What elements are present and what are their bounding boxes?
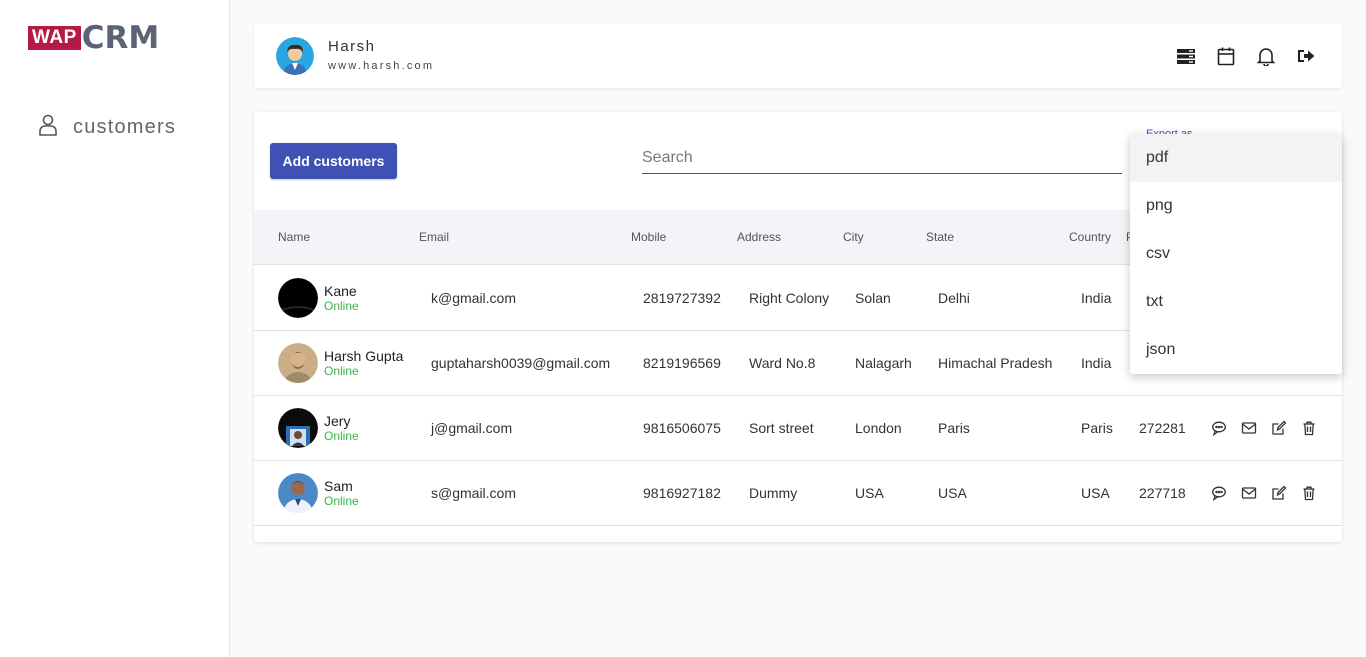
sidebar-item-label: customers [73, 116, 177, 138]
customer-country: India [1081, 355, 1112, 371]
column-header-mobile[interactable]: Mobile [631, 230, 666, 244]
status-badge: Online [324, 299, 359, 313]
status-badge: Online [324, 494, 359, 508]
search-input[interactable] [642, 144, 1122, 172]
column-header-state[interactable]: State [926, 230, 954, 244]
export-option-pdf[interactable]: pdf [1130, 134, 1342, 182]
customer-country: USA [1081, 485, 1110, 501]
customer-name: Jery [324, 413, 351, 429]
chat-icon[interactable] [1211, 485, 1227, 502]
customer-mobile: 9816927182 [643, 485, 721, 501]
avatar [278, 343, 318, 383]
edit-icon[interactable] [1271, 485, 1287, 501]
add-customers-button[interactable]: Add customers [270, 143, 397, 179]
chat-icon[interactable] [1211, 420, 1227, 437]
customer-city: Solan [855, 290, 891, 306]
profile-name: Harsh [328, 38, 376, 55]
user-icon [38, 114, 58, 141]
customer-address: Ward No.8 [749, 355, 816, 371]
logo-wap-text: WAP [28, 26, 81, 50]
profile-website: www.harsh.com [328, 60, 435, 72]
table-row[interactable]: Jery Online j@gmail.com 9816506075 Sort … [254, 396, 1342, 461]
customer-mobile: 2819727392 [643, 290, 721, 306]
export-option-png[interactable]: png [1130, 182, 1342, 230]
brand-logo[interactable]: WAP CRM [28, 20, 160, 56]
export-option-csv[interactable]: csv [1130, 230, 1342, 278]
column-header-email[interactable]: Email [419, 230, 449, 244]
customer-state: Himachal Pradesh [938, 355, 1053, 371]
search-field [642, 144, 1122, 174]
customer-country: Paris [1081, 420, 1113, 436]
sidebar: WAP CRM customers [0, 0, 230, 657]
customer-email: s@gmail.com [431, 485, 517, 501]
header-actions [1176, 46, 1316, 67]
bell-icon[interactable] [1256, 46, 1276, 67]
export-option-txt[interactable]: txt [1130, 278, 1342, 326]
status-badge: Online [324, 364, 359, 378]
customer-name: Harsh Gupta [324, 348, 404, 364]
edit-icon[interactable] [1271, 420, 1287, 436]
row-actions [1211, 420, 1317, 437]
column-header-name[interactable]: Name [278, 230, 310, 244]
customer-address: Right Colony [749, 290, 830, 306]
customer-address: Dummy [749, 485, 798, 501]
delete-icon[interactable] [1301, 420, 1317, 436]
export-option-json[interactable]: json [1130, 326, 1342, 374]
customer-email: j@gmail.com [431, 420, 513, 436]
avatar [278, 278, 318, 318]
customer-email: guptaharsh0039@gmail.com [431, 355, 611, 371]
sidebar-item-customers[interactable]: customers [38, 114, 176, 141]
customer-city: USA [855, 485, 884, 501]
customer-country: India [1081, 290, 1112, 306]
mail-icon[interactable] [1241, 420, 1257, 436]
customer-mobile: 8219196569 [643, 355, 721, 371]
avatar [278, 473, 318, 513]
row-actions [1211, 485, 1317, 502]
avatar [278, 408, 318, 448]
column-header-address[interactable]: Address [737, 230, 781, 244]
table-row[interactable]: Sam Online s@gmail.com 9816927182 Dummy … [254, 461, 1342, 526]
customer-name: Sam [324, 478, 353, 494]
mail-icon[interactable] [1241, 485, 1257, 501]
customer-state: Paris [938, 420, 970, 436]
profile-header: Harsh www.harsh.com [254, 24, 1342, 88]
table-footer [254, 525, 1342, 542]
customer-pincode: 227718 [1139, 485, 1186, 501]
storage-icon[interactable] [1176, 46, 1196, 66]
logout-icon[interactable] [1296, 46, 1316, 66]
customer-mobile: 9816506075 [643, 420, 721, 436]
export-dropdown-menu: pdf png csv txt json [1130, 134, 1342, 374]
customer-name: Kane [324, 283, 357, 299]
customer-email: k@gmail.com [431, 290, 517, 306]
column-header-country[interactable]: Country [1069, 230, 1111, 244]
customer-city: London [855, 420, 902, 436]
column-header-city[interactable]: City [843, 230, 864, 244]
customer-address: Sort street [749, 420, 814, 436]
logo-crm-text: CRM [81, 20, 160, 56]
calendar-icon[interactable] [1216, 46, 1236, 66]
customer-state: USA [938, 485, 967, 501]
profile-avatar[interactable] [276, 37, 314, 75]
status-badge: Online [324, 429, 359, 443]
customer-city: Nalagarh [855, 355, 912, 371]
customer-pincode: 272281 [1139, 420, 1186, 436]
customer-state: Delhi [938, 290, 970, 306]
delete-icon[interactable] [1301, 485, 1317, 501]
